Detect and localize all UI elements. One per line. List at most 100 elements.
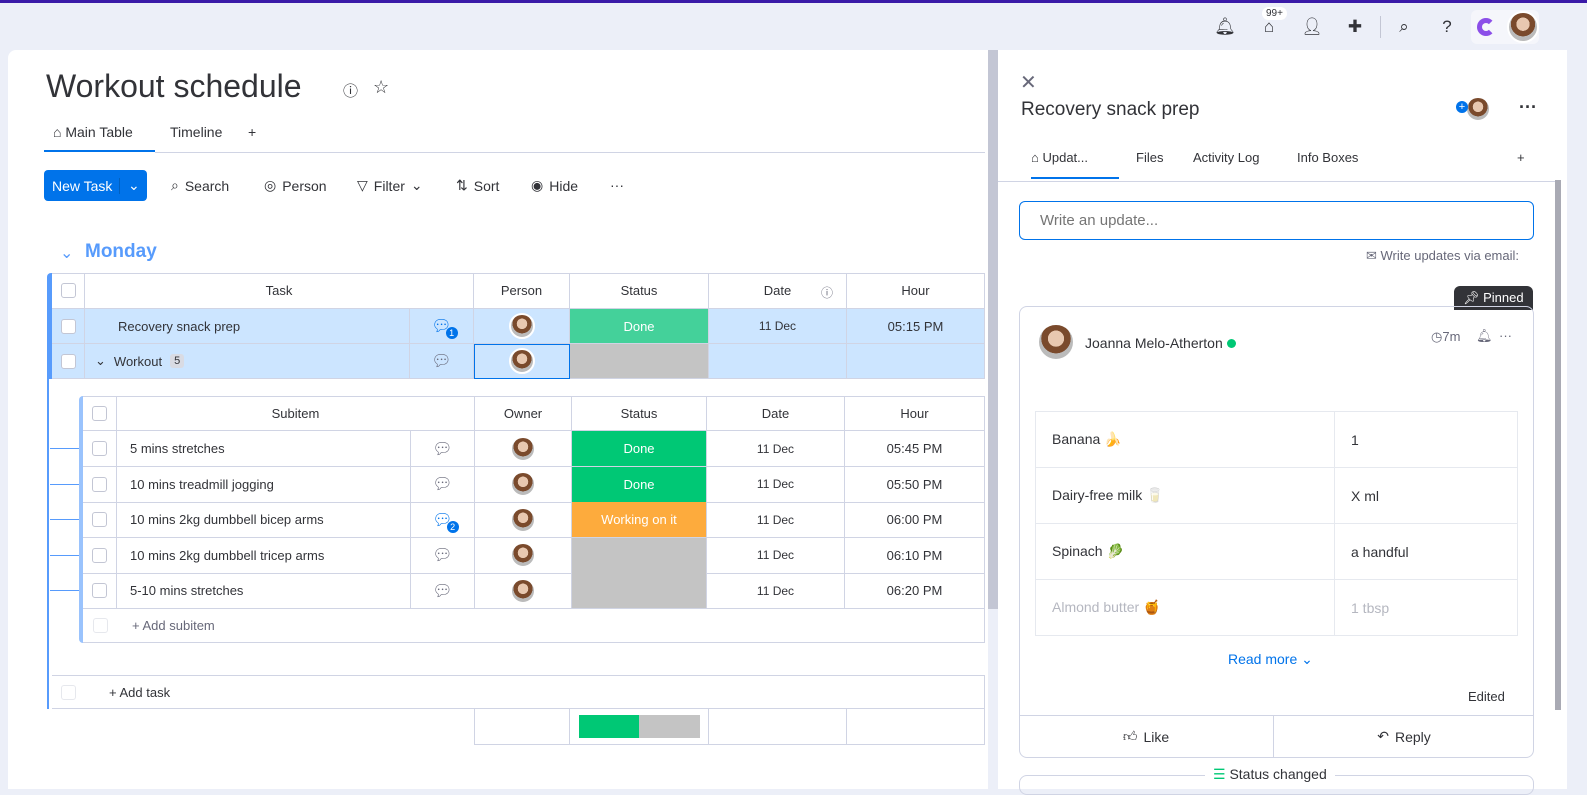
tab-main-table[interactable]: ⌂ Main Table xyxy=(53,124,133,140)
hour-cell[interactable]: 06:00 PM xyxy=(845,502,985,538)
reply-button[interactable]: ↶ Reply xyxy=(1274,716,1534,757)
updates-cell[interactable]: 💬︎ 1 xyxy=(410,309,474,344)
tab-info-boxes[interactable]: Info Boxes xyxy=(1297,150,1358,165)
add-view-button[interactable]: + xyxy=(248,124,256,140)
search-button[interactable]: ⌕ Search xyxy=(171,177,229,194)
add-update-icon[interactable]: 💬︎ xyxy=(431,351,451,371)
updates-cell[interactable]: 💬︎ xyxy=(411,466,475,503)
status-summary-bar[interactable] xyxy=(578,715,700,738)
subscriber-avatar[interactable] xyxy=(1465,96,1491,122)
item-name-cell[interactable]: Recovery snack prep xyxy=(85,309,410,344)
status-cell[interactable] xyxy=(570,344,709,379)
row-checkbox[interactable] xyxy=(60,318,76,334)
status-cell[interactable]: Done xyxy=(572,431,707,467)
add-tab-button[interactable]: + xyxy=(1517,150,1525,165)
owner-cell[interactable] xyxy=(475,537,572,574)
info-icon[interactable]: ⓘ xyxy=(343,80,358,101)
tab-timeline[interactable]: Timeline xyxy=(170,124,222,140)
status-cell[interactable]: Done xyxy=(570,309,709,344)
info-icon[interactable]: ⓘ xyxy=(821,284,833,301)
owner-cell[interactable] xyxy=(475,502,572,538)
add-task-row[interactable]: + Add task xyxy=(52,675,985,709)
more-icon[interactable]: ··· xyxy=(1499,328,1512,343)
author-name[interactable]: Joanna Melo-Atherton xyxy=(1085,335,1236,351)
add-subitem-button[interactable]: + Add subitem xyxy=(132,618,215,633)
person-avatar[interactable] xyxy=(510,471,536,497)
add-task-button[interactable]: + Add task xyxy=(109,685,170,700)
owner-cell[interactable] xyxy=(475,431,572,467)
updates-icon[interactable]: 💬︎ 1 xyxy=(431,316,458,339)
account-menu[interactable] xyxy=(1471,10,1539,44)
new-task-button[interactable]: New Task ⌄ xyxy=(44,170,147,201)
row-checkbox[interactable] xyxy=(92,441,107,456)
subitem-name-cell[interactable]: 10 mins 2kg dumbbell bicep arms xyxy=(117,502,411,538)
row-checkbox[interactable] xyxy=(92,405,107,421)
date-cell[interactable]: 11 Dec xyxy=(707,573,845,609)
hour-cell[interactable]: 06:10 PM xyxy=(845,537,985,574)
updates-cell[interactable]: 💬︎ xyxy=(410,344,474,379)
row-checkbox[interactable] xyxy=(60,283,76,298)
person-avatar[interactable] xyxy=(510,577,536,604)
hour-cell[interactable]: 05:50 PM xyxy=(845,466,985,503)
date-cell[interactable]: 11 Dec xyxy=(707,431,845,467)
add-update-icon[interactable]: 💬︎ xyxy=(432,474,452,494)
item-name-cell[interactable]: ⌄ Workout 5 xyxy=(85,344,410,379)
hour-cell[interactable] xyxy=(847,344,985,379)
close-icon[interactable]: ✕ xyxy=(1020,70,1037,95)
date-cell[interactable]: 11 Dec xyxy=(707,537,845,574)
person-avatar[interactable] xyxy=(510,542,536,568)
person-avatar[interactable] xyxy=(510,506,536,533)
owner-cell[interactable] xyxy=(475,573,572,609)
tab-files[interactable]: Files xyxy=(1136,150,1163,165)
filter-button[interactable]: ▽ Filter ⌄ xyxy=(357,177,423,194)
tab-updates[interactable]: ⌂ Updat... xyxy=(1031,150,1088,165)
scrollbar-track[interactable] xyxy=(1555,50,1567,789)
apps-icon[interactable]: ✚ xyxy=(1343,15,1367,39)
avatar[interactable] xyxy=(1507,11,1539,43)
person-filter-button[interactable]: ◎ Person xyxy=(264,177,327,194)
bell-icon[interactable]: 🔔︎ xyxy=(1476,328,1493,344)
more-icon[interactable]: ··· xyxy=(610,177,624,193)
row-checkbox[interactable] xyxy=(92,583,107,598)
more-icon[interactable]: ··· xyxy=(1519,97,1537,118)
person-cell[interactable] xyxy=(474,309,570,344)
tab-activity-log[interactable]: Activity Log xyxy=(1193,150,1259,165)
sort-button[interactable]: ⇅ Sort xyxy=(456,177,499,194)
collapse-chevron-icon[interactable]: ⌄ xyxy=(95,353,106,369)
status-cell[interactable] xyxy=(572,573,707,609)
author-avatar[interactable] xyxy=(1037,323,1075,361)
add-subscriber-icon[interactable]: + xyxy=(1456,101,1468,113)
add-update-icon[interactable]: 💬︎ xyxy=(432,439,452,459)
subitem-name-cell[interactable]: 5-10 mins stretches xyxy=(117,573,411,609)
group-title[interactable]: Monday xyxy=(85,241,157,263)
hour-cell[interactable]: 05:45 PM xyxy=(845,431,985,467)
drawer-resize-handle[interactable] xyxy=(988,50,998,609)
updates-cell[interactable]: 💬︎ xyxy=(411,537,475,574)
updates-cell[interactable]: 💬︎ xyxy=(411,573,475,609)
add-update-icon[interactable]: 💬︎ xyxy=(432,545,452,565)
person-avatar[interactable] xyxy=(508,348,535,374)
date-cell[interactable]: 11 Dec xyxy=(707,502,845,538)
status-cell[interactable]: Working on it xyxy=(572,502,707,538)
row-checkbox[interactable] xyxy=(60,353,76,369)
date-cell[interactable]: 11 Dec xyxy=(707,466,845,503)
add-update-icon[interactable]: 💬︎ xyxy=(432,581,452,601)
like-button[interactable]: 👍︎ Like xyxy=(1019,716,1274,757)
date-cell[interactable] xyxy=(709,344,847,379)
hour-cell[interactable]: 05:15 PM xyxy=(847,309,985,344)
updates-icon[interactable]: 💬︎ 2 xyxy=(432,510,459,533)
hour-cell[interactable]: 06:20 PM xyxy=(845,573,985,609)
person-avatar[interactable] xyxy=(508,313,535,339)
row-checkbox[interactable] xyxy=(92,512,107,527)
person-avatar[interactable] xyxy=(510,435,536,462)
subitem-name-cell[interactable]: 10 mins treadmill jogging xyxy=(117,466,411,503)
group-collapse-icon[interactable]: ⌄ xyxy=(60,243,73,263)
row-checkbox[interactable] xyxy=(92,476,107,492)
search-icon[interactable]: ⌕ xyxy=(1392,15,1416,39)
invite-icon[interactable]: 👤︎ xyxy=(1300,15,1324,39)
email-updates-link[interactable]: ✉ Write updates via email: xyxy=(1366,248,1519,264)
scrollbar-thumb[interactable] xyxy=(1555,180,1561,710)
person-cell[interactable] xyxy=(474,344,570,379)
updates-cell[interactable]: 💬︎ xyxy=(411,431,475,467)
add-subitem-row[interactable]: + Add subitem xyxy=(83,608,985,643)
